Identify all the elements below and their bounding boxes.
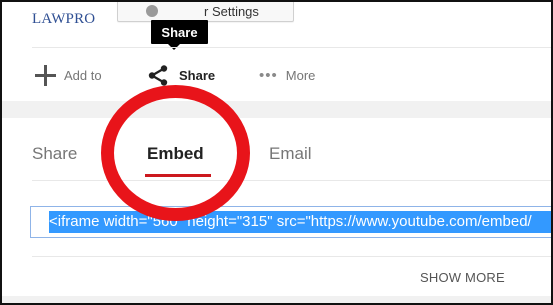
more-button[interactable]: ••• More <box>259 63 315 87</box>
settings-button-label: r Settings <box>204 4 259 19</box>
plus-icon <box>35 64 56 86</box>
active-tab-indicator <box>145 174 211 177</box>
divider <box>32 180 551 181</box>
tab-email[interactable]: Email <box>269 144 312 164</box>
share-tooltip: Share <box>151 20 208 50</box>
gear-icon <box>146 5 158 17</box>
more-label: More <box>285 67 316 83</box>
share-button[interactable]: Share <box>148 63 215 87</box>
add-to-button[interactable]: Add to <box>35 63 102 87</box>
embed-code-text[interactable]: <iframe width="560" height="315" src="ht… <box>49 211 551 233</box>
bottom-separator <box>2 296 551 303</box>
tab-embed[interactable]: Embed <box>147 144 204 164</box>
divider <box>32 47 551 48</box>
section-separator <box>2 101 551 118</box>
add-to-label: Add to <box>64 67 102 83</box>
embed-code-field[interactable]: <iframe width="560" height="315" src="ht… <box>30 206 551 238</box>
divider <box>32 256 551 257</box>
tab-share[interactable]: Share <box>32 144 77 164</box>
settings-button[interactable]: r Settings <box>117 2 294 22</box>
more-icon: ••• <box>259 66 278 84</box>
share-label: Share <box>179 67 216 83</box>
show-more-button[interactable]: SHOW MORE <box>420 270 505 285</box>
share-icon <box>148 64 168 86</box>
channel-logo: LAWPRO <box>32 11 96 27</box>
screenshot-frame: LAWPRO r Settings Share Add to Share •••… <box>0 0 553 305</box>
